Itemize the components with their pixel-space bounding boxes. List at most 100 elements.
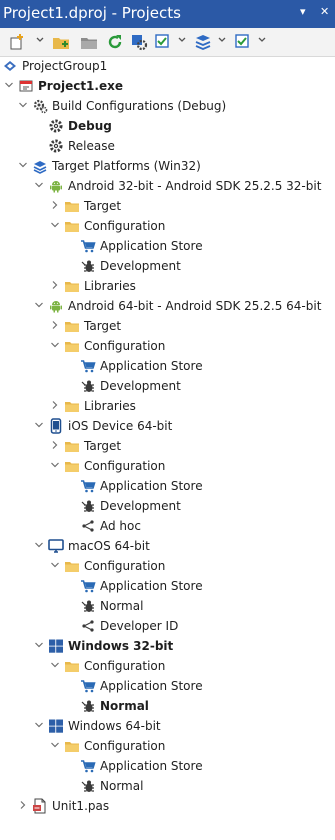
open-folder-icon[interactable] [80, 33, 98, 51]
expander-closed-chevron-icon[interactable] [50, 440, 60, 450]
windows-icon [48, 718, 64, 734]
tree-node-configuration[interactable]: Configuration [0, 216, 335, 236]
sync-icon[interactable] [234, 33, 252, 51]
tree-node-application-store[interactable]: Application Store [0, 756, 335, 776]
toolbar-dropdown-chevron-icon[interactable] [218, 37, 226, 43]
toolbar-dropdown-chevron-icon[interactable] [258, 37, 266, 43]
gear-icon [48, 138, 64, 154]
expander-open-chevron-icon[interactable] [50, 660, 60, 670]
tree-node-label: Development [100, 379, 181, 393]
toolbar-dropdown-chevron-icon[interactable] [36, 37, 44, 43]
expander-open-chevron-icon[interactable] [18, 100, 28, 110]
build-groups-icon[interactable] [130, 33, 148, 51]
folder-icon [64, 558, 80, 574]
tree-node-label: Windows 64-bit [68, 719, 161, 733]
pin-dropdown-icon[interactable]: ▾ [300, 5, 306, 18]
tree-node-label: Normal [100, 779, 144, 793]
tree-node-label: Application Store [100, 359, 203, 373]
tree-node-developer-id[interactable]: Developer ID [0, 616, 335, 636]
expander-open-chevron-icon[interactable] [50, 220, 60, 230]
tree-node-libraries[interactable]: Libraries [0, 396, 335, 416]
expander-closed-chevron-icon[interactable] [50, 320, 60, 330]
tree-node-label: Developer ID [100, 619, 179, 633]
tree-node-android-32-bit-android-sdk-25-2-5-32-bit[interactable]: Android 32-bit - Android SDK 25.2.5 32-b… [0, 176, 335, 196]
tree-node-normal[interactable]: Normal [0, 776, 335, 796]
expander-open-chevron-icon[interactable] [34, 640, 44, 650]
tree-node-label: Debug [68, 119, 112, 133]
cart-icon [80, 578, 96, 594]
expander-open-chevron-icon[interactable] [34, 180, 44, 190]
tree-node-development[interactable]: Development [0, 256, 335, 276]
cart-icon [80, 358, 96, 374]
tree-node-libraries[interactable]: Libraries [0, 276, 335, 296]
build-all-icon[interactable] [194, 33, 212, 51]
tree-node-target-platforms-win32[interactable]: Target Platforms (Win32) [0, 156, 335, 176]
tree-node-configuration[interactable]: Configuration [0, 656, 335, 676]
tree-node-normal[interactable]: Normal [0, 696, 335, 716]
bug-icon [80, 378, 96, 394]
expander-closed-chevron-icon[interactable] [50, 200, 60, 210]
folder-icon [64, 398, 80, 414]
expander-closed-chevron-icon[interactable] [50, 280, 60, 290]
cart-icon [80, 678, 96, 694]
add-project-icon[interactable] [52, 33, 70, 51]
expander-open-chevron-icon[interactable] [34, 420, 44, 430]
expander-open-chevron-icon[interactable] [4, 80, 14, 90]
tree-node-application-store[interactable]: Application Store [0, 576, 335, 596]
toolbar-dropdown-chevron-icon[interactable] [178, 37, 186, 43]
tree-node-windows-64-bit[interactable]: Windows 64-bit [0, 716, 335, 736]
tree-node-macos-64-bit[interactable]: macOS 64-bit [0, 536, 335, 556]
tree-node-configuration[interactable]: Configuration [0, 336, 335, 356]
tree-node-android-64-bit-android-sdk-25-2-5-64-bit[interactable]: Android 64-bit - Android SDK 25.2.5 64-b… [0, 296, 335, 316]
tree-node-configuration[interactable]: Configuration [0, 556, 335, 576]
activate-icon[interactable] [154, 33, 172, 51]
tree-node-label: Configuration [84, 559, 166, 573]
folder-icon [64, 438, 80, 454]
tree-node-application-store[interactable]: Application Store [0, 476, 335, 496]
tree-node-application-store[interactable]: Application Store [0, 676, 335, 696]
expander-open-chevron-icon[interactable] [18, 160, 28, 170]
expander-open-chevron-icon[interactable] [50, 340, 60, 350]
expander-open-chevron-icon[interactable] [34, 720, 44, 730]
tree-node-project1-exe[interactable]: Project1.exe [0, 76, 335, 96]
tree-node-target[interactable]: Target [0, 436, 335, 456]
tree-node-normal[interactable]: Normal [0, 596, 335, 616]
tree-node-unit1-pas[interactable]: Unit1.pas [0, 796, 335, 816]
tree-node-projectgroup1[interactable]: ProjectGroup1 [0, 56, 335, 76]
new-item-icon[interactable] [8, 33, 26, 51]
tree-node-development[interactable]: Development [0, 496, 335, 516]
tree-node-label: Release [68, 139, 115, 153]
expander-open-chevron-icon[interactable] [50, 560, 60, 570]
close-icon[interactable]: ✕ [320, 5, 329, 18]
refresh-icon[interactable] [106, 33, 124, 51]
folder-icon [64, 318, 80, 334]
expander-closed-chevron-icon[interactable] [18, 800, 28, 810]
tree-node-target[interactable]: Target [0, 316, 335, 336]
bug-icon [80, 498, 96, 514]
tree-node-ios-device-64-bit[interactable]: iOS Device 64-bit [0, 416, 335, 436]
tree-node-label: Development [100, 499, 181, 513]
tree-node-configuration[interactable]: Configuration [0, 456, 335, 476]
expander-open-chevron-icon[interactable] [50, 740, 60, 750]
expander-closed-chevron-icon[interactable] [50, 400, 60, 410]
tree-node-debug[interactable]: Debug [0, 116, 335, 136]
windows-icon [48, 638, 64, 654]
expander-open-chevron-icon[interactable] [34, 300, 44, 310]
expander-open-chevron-icon[interactable] [50, 460, 60, 470]
window-title: Project1.dproj - Projects [3, 4, 181, 22]
tree-node-release[interactable]: Release [0, 136, 335, 156]
tree-node-target[interactable]: Target [0, 196, 335, 216]
tree-node-development[interactable]: Development [0, 376, 335, 396]
android-icon [48, 298, 64, 314]
tree-node-windows-32-bit[interactable]: Windows 32-bit [0, 636, 335, 656]
tree-node-application-store[interactable]: Application Store [0, 356, 335, 376]
gear-icon [48, 118, 64, 134]
tree-node-label: Application Store [100, 239, 203, 253]
tree-node-label: Unit1.pas [52, 799, 110, 813]
tree-node-build-configurations-debug[interactable]: Build Configurations (Debug) [0, 96, 335, 116]
tree-node-configuration[interactable]: Configuration [0, 736, 335, 756]
expander-open-chevron-icon[interactable] [34, 540, 44, 550]
bug-icon [80, 778, 96, 794]
tree-node-application-store[interactable]: Application Store [0, 236, 335, 256]
tree-node-ad-hoc[interactable]: Ad hoc [0, 516, 335, 536]
